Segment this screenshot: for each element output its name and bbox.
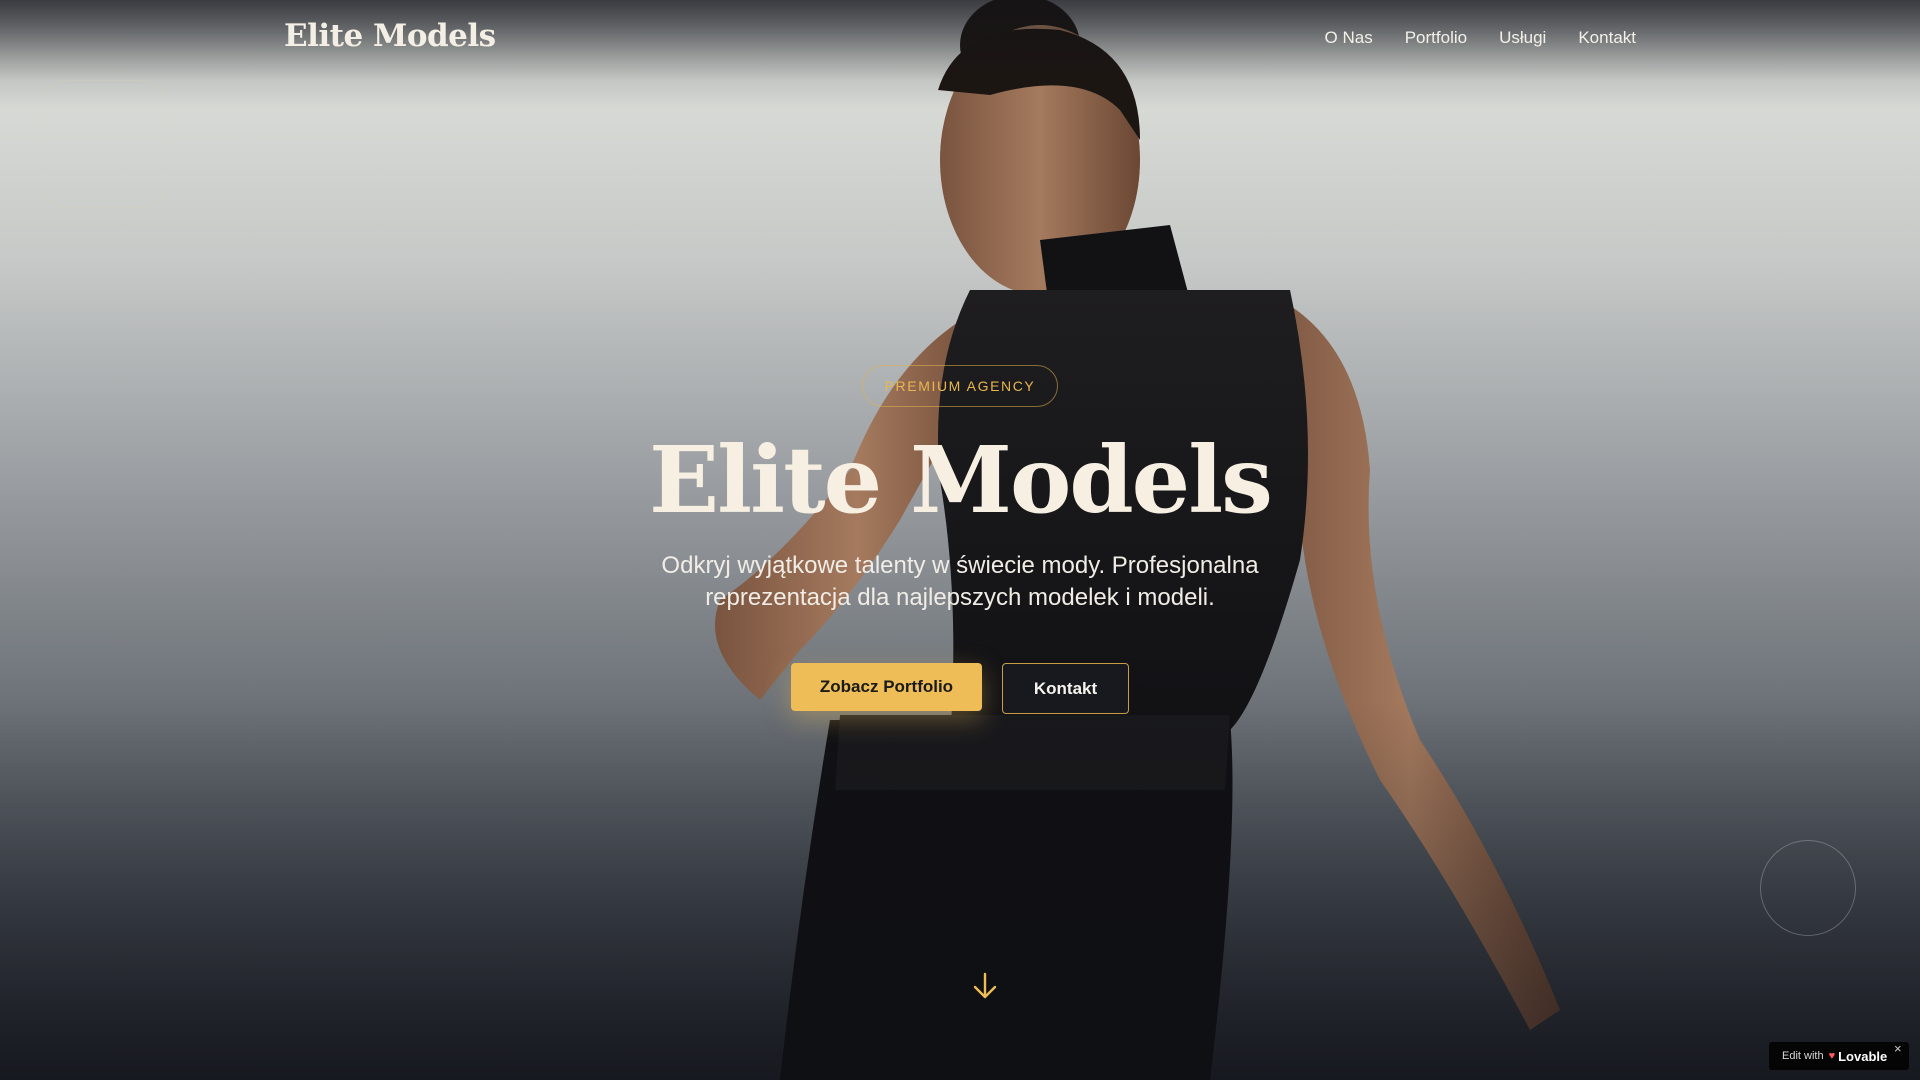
contact-button[interactable]: Kontakt <box>1002 663 1129 714</box>
hero-subtitle-line-2: reprezentacja dla najlepszych modelek i … <box>705 584 1215 611</box>
hero-title: Elite Models <box>649 426 1273 534</box>
heart-icon: ♥ <box>1828 1050 1836 1062</box>
hero-subtitle-line-1: Odkryj wyjątkowe talenty w świecie mody.… <box>661 552 1259 579</box>
lovable-brand: Lovable <box>1838 1048 1888 1064</box>
premium-agency-badge: PREMIUM AGENCY <box>862 365 1058 407</box>
view-portfolio-button[interactable]: Zobacz Portfolio <box>791 663 982 711</box>
lovable-prefix: Edit with <box>1782 1050 1824 1062</box>
close-icon[interactable]: × <box>1894 1042 1902 1056</box>
hero-section: PREMIUM AGENCY Elite Models Odkryj wyjąt… <box>0 0 1920 1080</box>
hero-subtitle: Odkryj wyjątkowe talenty w świecie mody.… <box>560 550 1360 614</box>
edit-with-lovable-badge[interactable]: Edit with ♥ Lovable <box>1769 1042 1909 1070</box>
arrow-down-icon[interactable] <box>972 972 998 1000</box>
